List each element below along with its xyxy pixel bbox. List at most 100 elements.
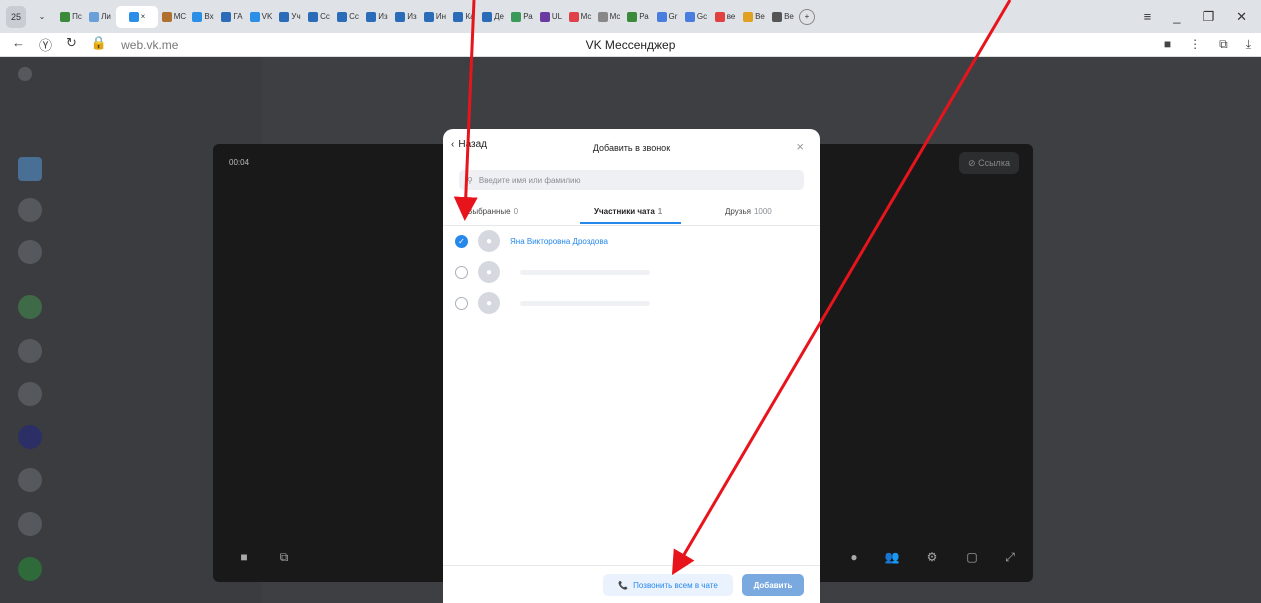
sidebar-item[interactable] bbox=[18, 198, 42, 222]
tab-counter[interactable]: 25 bbox=[6, 5, 26, 28]
fullscreen-icon[interactable]: ⤢ bbox=[999, 546, 1021, 568]
list-item[interactable]: ● bbox=[455, 290, 650, 316]
browser-tab[interactable]: Ка bbox=[451, 6, 477, 28]
browser-tab[interactable]: Ра bbox=[625, 6, 651, 28]
sidebar-item[interactable] bbox=[18, 295, 42, 319]
tab-label: Де bbox=[494, 12, 504, 21]
back-arrow-icon[interactable]: ← bbox=[12, 35, 25, 54]
url-text[interactable]: web.vk.me bbox=[121, 38, 178, 52]
list-item[interactable]: ● bbox=[455, 259, 650, 285]
close-window-icon[interactable]: ✕ bbox=[1236, 9, 1247, 25]
sidebar-item[interactable] bbox=[18, 240, 42, 264]
extensions-icon[interactable]: ⧉ bbox=[1219, 37, 1228, 52]
checkbox-unchecked[interactable] bbox=[455, 296, 468, 310]
tab-label: Ра bbox=[639, 12, 649, 21]
close-icon[interactable]: × bbox=[796, 139, 804, 154]
layout-icon[interactable]: ▢ bbox=[961, 546, 983, 568]
browser-tab[interactable]: Из bbox=[364, 6, 390, 28]
browser-tab[interactable]: Де bbox=[480, 6, 506, 28]
sidebar-item[interactable] bbox=[18, 468, 42, 492]
blurred-name bbox=[520, 269, 650, 275]
browser-tab[interactable]: Из bbox=[393, 6, 419, 28]
sidebar-item[interactable] bbox=[18, 157, 42, 181]
tab-label: Друзья bbox=[725, 207, 751, 216]
browser-tab[interactable]: Уч bbox=[277, 6, 303, 28]
tab-label: Ве bbox=[755, 12, 765, 21]
reload-icon[interactable]: ↻ bbox=[66, 35, 77, 54]
browser-tab[interactable]: × bbox=[116, 5, 158, 28]
browser-tab[interactable]: Вх bbox=[190, 6, 216, 28]
minimize-icon[interactable]: _ bbox=[1173, 9, 1180, 25]
sidebar-header bbox=[18, 67, 32, 81]
add-button[interactable]: Добавить bbox=[742, 574, 804, 596]
add-media-icon[interactable]: ■ bbox=[233, 546, 255, 568]
dialog-title: Добавить в звонок bbox=[592, 143, 671, 153]
screen-share-icon[interactable]: ⧉ bbox=[273, 546, 295, 568]
tab-label: Участники чата bbox=[594, 207, 655, 216]
browser-tab[interactable]: Сс bbox=[335, 6, 361, 28]
browser-tab[interactable]: ве bbox=[712, 6, 738, 28]
tab-count: 1000 bbox=[753, 207, 772, 216]
settings-gear-icon[interactable]: ⚙ bbox=[921, 546, 943, 568]
checkbox-unchecked[interactable] bbox=[455, 265, 468, 279]
search-input[interactable]: ⚲ Введите имя или фамилию bbox=[459, 170, 804, 190]
favicon-icon bbox=[128, 11, 139, 22]
favicon-icon bbox=[395, 11, 406, 22]
browser-tab[interactable]: Ра bbox=[509, 6, 535, 28]
browser-tab[interactable]: ГА bbox=[219, 6, 245, 28]
new-tab-button[interactable]: + bbox=[799, 8, 815, 25]
tab-chat-members[interactable]: Участники чата 1 bbox=[594, 207, 662, 216]
list-item[interactable]: ✓ ● Яна Викторовна Дроздова bbox=[455, 228, 608, 254]
browser-tab[interactable]: UL bbox=[538, 6, 564, 28]
download-icon[interactable]: ⤓ bbox=[1246, 37, 1251, 52]
browser-tab[interactable]: Ин bbox=[422, 6, 448, 28]
browser-tab[interactable]: Ве bbox=[741, 6, 767, 28]
browser-tab[interactable]: Ли bbox=[87, 6, 113, 28]
tab-label: Из bbox=[378, 12, 388, 21]
browser-tab[interactable]: Мс bbox=[596, 6, 622, 28]
restore-icon[interactable]: ❐ bbox=[1202, 9, 1214, 25]
menu-icon[interactable]: ≡ bbox=[1144, 9, 1152, 25]
search-icon: ⚲ bbox=[467, 175, 473, 185]
active-tab-indicator bbox=[580, 222, 681, 224]
browser-tab[interactable]: Мс bbox=[567, 6, 593, 28]
sidebar-item[interactable] bbox=[18, 382, 42, 406]
blurred-name bbox=[520, 300, 650, 306]
call-all-button[interactable]: 📞 Позвонить всем в чате bbox=[603, 574, 733, 596]
favicon-icon bbox=[656, 11, 667, 22]
add-to-call-dialog: ‹ Назад Добавить в звонок × ⚲ Введите им… bbox=[443, 129, 820, 603]
sidebar-item[interactable] bbox=[18, 425, 42, 449]
tab-label: UL bbox=[551, 12, 563, 21]
favicon-icon bbox=[539, 11, 550, 22]
favicon-icon bbox=[337, 11, 348, 22]
tab-list: Пс Ли × МС Вх ГА VK Уч Сс Сс Из Из Ин Ка Де Ра UL Мс Мс Ра G… bbox=[58, 5, 796, 28]
sidebar-item[interactable] bbox=[18, 557, 42, 581]
bookmark-icon[interactable]: ■ bbox=[1164, 37, 1171, 52]
chat-bubble-icon[interactable]: ● bbox=[843, 546, 865, 568]
browser-tab[interactable]: Gr bbox=[654, 6, 680, 28]
yandex-logo-icon[interactable]: Ⓨ bbox=[39, 35, 52, 54]
member-name: Яна Викторовна Дроздова bbox=[510, 236, 608, 246]
browser-tab[interactable]: МС bbox=[161, 6, 187, 28]
browser-tab[interactable]: Ве bbox=[770, 6, 796, 28]
browser-tab[interactable]: Пс bbox=[58, 6, 84, 28]
tab-label: Gc bbox=[696, 12, 708, 21]
participants-icon[interactable]: 👥 bbox=[881, 546, 903, 568]
tab-friends[interactable]: Друзья 1000 bbox=[725, 207, 772, 216]
phone-icon: 📞 bbox=[618, 580, 629, 590]
browser-tab[interactable]: Сс bbox=[306, 6, 332, 28]
tab-list-chevron-icon[interactable]: ⌄ bbox=[29, 6, 55, 28]
favicon-icon bbox=[89, 11, 100, 22]
avatar: ● bbox=[478, 292, 500, 314]
call-link-button[interactable]: ⊘ Ссылка bbox=[959, 152, 1019, 174]
sidebar-item[interactable] bbox=[18, 339, 42, 363]
favicon-icon bbox=[597, 11, 608, 22]
browser-tab[interactable]: VK bbox=[248, 6, 274, 28]
more-icon[interactable]: ⋮ bbox=[1189, 37, 1201, 52]
tab-selected[interactable]: Выбранные 0 bbox=[467, 207, 518, 216]
favicon-icon bbox=[221, 11, 232, 22]
checkbox-checked[interactable]: ✓ bbox=[455, 234, 468, 248]
dialog-header: ‹ Назад Добавить в звонок × bbox=[443, 129, 820, 165]
browser-tab[interactable]: Gc bbox=[683, 6, 709, 28]
sidebar-item[interactable] bbox=[18, 512, 42, 536]
